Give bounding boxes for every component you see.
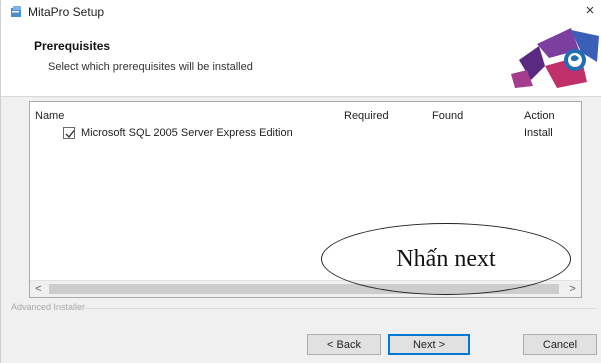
- column-header-name[interactable]: Name: [35, 110, 64, 122]
- prerequisite-action: Install: [524, 127, 553, 139]
- back-button[interactable]: < Back: [307, 334, 381, 355]
- prerequisite-checkbox[interactable]: [63, 127, 75, 139]
- table-row[interactable]: Microsoft SQL 2005 Server Express Editio…: [30, 125, 581, 143]
- column-header-found[interactable]: Found: [432, 110, 463, 122]
- wizard-header: Prerequisites Select which prerequisites…: [1, 26, 601, 97]
- cancel-button[interactable]: Cancel: [523, 334, 597, 355]
- annotation-text: Nhấn next: [396, 245, 496, 272]
- window-title: MitaPro Setup: [28, 5, 105, 19]
- page-title: Prerequisites: [34, 39, 111, 53]
- scroll-left-icon[interactable]: <: [30, 281, 47, 297]
- setup-window: MitaPro Setup × Prerequisites Select whi…: [0, 0, 601, 363]
- column-header-required[interactable]: Required: [344, 110, 389, 122]
- footer-divider: [77, 308, 597, 309]
- next-button[interactable]: Next >: [388, 334, 470, 355]
- close-icon[interactable]: ×: [582, 2, 598, 20]
- prerequisite-name: Microsoft SQL 2005 Server Express Editio…: [81, 127, 293, 139]
- page-subtitle: Select which prerequisites will be insta…: [48, 61, 253, 73]
- checkmark-icon: [65, 130, 75, 139]
- column-header-action[interactable]: Action: [524, 110, 555, 122]
- annotation-callout: Nhấn next: [321, 223, 571, 295]
- installer-brand-label: Advanced Installer: [11, 302, 86, 312]
- installer-app-icon: [10, 6, 23, 19]
- installer-logo-graphic: [501, 22, 601, 94]
